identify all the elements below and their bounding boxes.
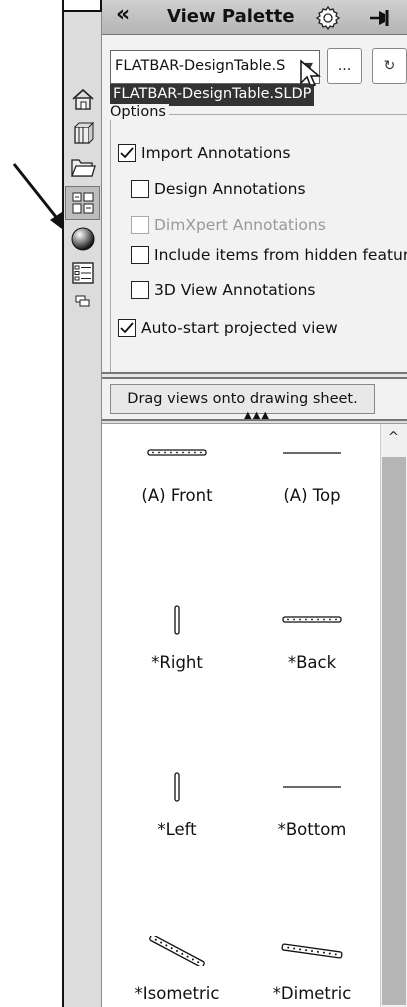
view-label: *Left <box>157 820 197 839</box>
panel-splitter[interactable] <box>102 372 407 379</box>
import-annotations-checkbox[interactable] <box>118 144 136 162</box>
design-annotations-label: Design Annotations <box>154 180 306 198</box>
view-bottom[interactable]: *Bottom <box>247 768 377 839</box>
view-label: (A) Front <box>141 486 213 505</box>
views-scrollbar[interactable]: ^ <box>380 424 407 1007</box>
title-bar: « View Palette <box>102 0 407 35</box>
document-suggestion[interactable]: FLATBAR-DesignTable.SLDP <box>110 84 314 106</box>
document-combobox[interactable]: FLATBAR-DesignTable.S ▼ <box>110 50 320 84</box>
callout-arrow <box>12 163 66 232</box>
flatbar-right-thumbnail <box>112 601 242 639</box>
flatbar-top-thumbnail <box>247 434 377 472</box>
view-palette-icon[interactable] <box>65 186 100 220</box>
dimxpert-annotations-option: DimXpert Annotations <box>131 216 326 234</box>
view-right[interactable]: *Right <box>112 601 242 672</box>
views-list: (A) Front (A) Top *Right *Back *Left *Bo… <box>102 424 407 1007</box>
flatbar-front-thumbnail <box>112 434 242 472</box>
flatbar-dimetric-thumbnail <box>247 932 377 970</box>
file-explorer-icon[interactable] <box>65 150 100 184</box>
scroll-up-icon[interactable]: ^ <box>388 430 399 445</box>
3d-view-annotations-option[interactable]: 3D View Annotations <box>131 281 316 299</box>
collapse-pane-button[interactable]: « <box>116 2 130 27</box>
auto-start-projected-label: Auto-start projected view <box>141 319 338 337</box>
import-annotations-label: Import Annotations <box>141 144 291 162</box>
import-annotations-option[interactable]: Import Annotations <box>118 144 290 162</box>
flatbar-bottom-thumbnail <box>247 768 377 806</box>
appearances-icon[interactable] <box>65 222 100 256</box>
pin-icon[interactable] <box>369 7 395 29</box>
custom-properties-icon[interactable] <box>65 256 100 290</box>
drag-hint-label: Drag views onto drawing sheet. <box>110 384 375 414</box>
browse-button[interactable]: ... <box>327 48 362 84</box>
forum-icon[interactable] <box>65 290 100 314</box>
view-left[interactable]: *Left <box>112 768 242 839</box>
view-dimetric[interactable]: *Dimetric <box>247 932 377 1003</box>
auto-start-projected-option[interactable]: Auto-start projected view <box>118 319 338 337</box>
design-annotations-checkbox[interactable] <box>131 180 149 198</box>
view-label: *Dimetric <box>272 984 352 1003</box>
options-legend: Options <box>110 104 169 120</box>
dimxpert-annotations-label: DimXpert Annotations <box>154 216 326 234</box>
scrollbar-thumb[interactable] <box>382 457 406 1005</box>
view-front[interactable]: (A) Front <box>112 434 242 505</box>
gear-icon[interactable] <box>315 5 341 31</box>
task-pane-tabs <box>62 0 102 1007</box>
dimxpert-annotations-checkbox <box>131 216 149 234</box>
drag-hint-bar: Drag views onto drawing sheet. ▲▲▲ <box>102 379 407 421</box>
3d-view-annotations-checkbox[interactable] <box>131 281 149 299</box>
document-combobox-value: FLATBAR-DesignTable.S <box>115 58 286 74</box>
view-top[interactable]: (A) Top <box>247 434 377 505</box>
hidden-features-option[interactable]: Include items from hidden feature <box>131 246 407 264</box>
view-label: (A) Top <box>283 486 341 505</box>
flatbar-back-thumbnail <box>247 601 377 639</box>
view-label: *Right <box>151 653 203 672</box>
view-label: *Back <box>287 653 337 672</box>
flatbar-isometric-thumbnail <box>112 932 242 970</box>
hidden-features-label: Include items from hidden feature <box>154 246 407 264</box>
3d-view-annotations-label: 3D View Annotations <box>154 281 316 299</box>
auto-start-projected-checkbox[interactable] <box>118 319 136 337</box>
home-icon[interactable] <box>65 82 100 116</box>
window-corner <box>62 0 102 12</box>
hidden-features-checkbox[interactable] <box>131 246 149 264</box>
flatbar-left-thumbnail <box>112 768 242 806</box>
pane-title: View Palette <box>167 6 295 27</box>
view-label: *Bottom <box>277 820 347 839</box>
view-label: *Isometric <box>134 984 220 1003</box>
view-back[interactable]: *Back <box>247 601 377 672</box>
refresh-icon: ↻ <box>383 58 396 74</box>
view-isometric[interactable]: *Isometric <box>112 932 242 1003</box>
options-panel: FLATBAR-DesignTable.S ▼ ... ↻ FLATBAR-De… <box>102 35 407 374</box>
design-annotations-option[interactable]: Design Annotations <box>131 180 306 198</box>
parts-library-icon[interactable] <box>65 116 100 150</box>
view-palette-window: « View Palette FLATBAR-DesignTable.S ▼ .… <box>0 0 407 1007</box>
refresh-button[interactable]: ↻ <box>372 48 407 84</box>
